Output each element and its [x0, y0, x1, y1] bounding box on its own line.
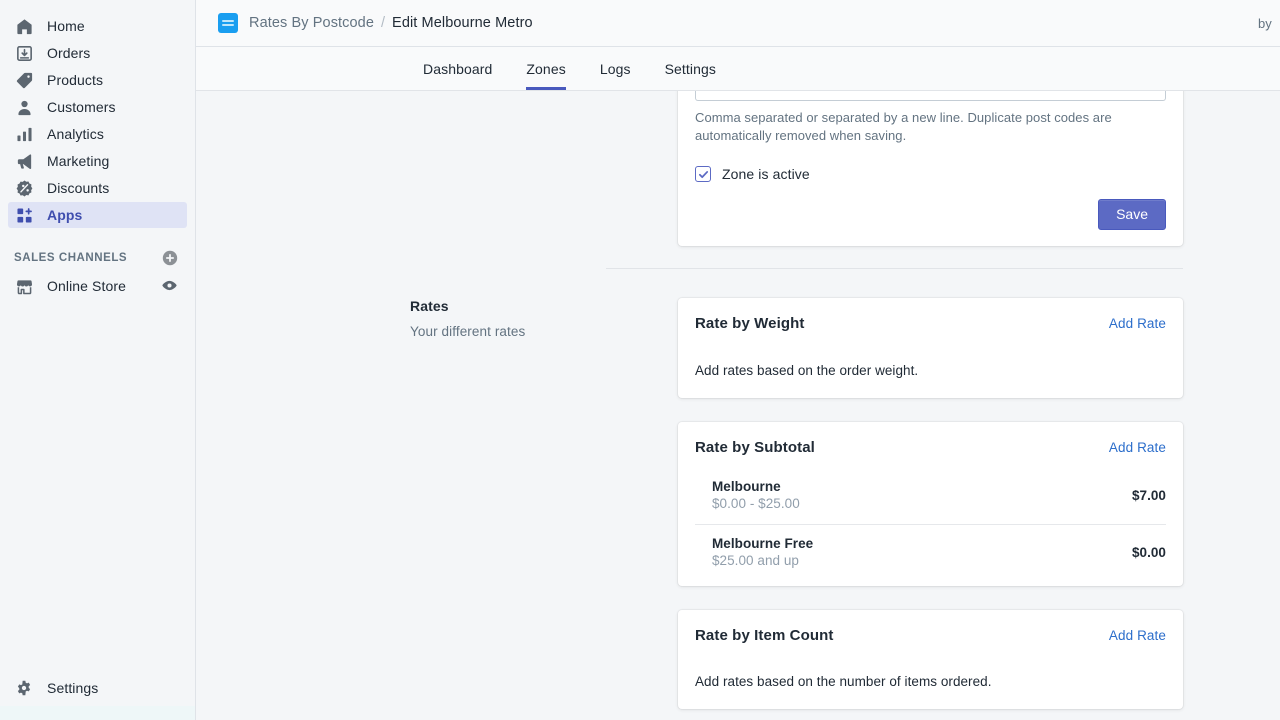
sidebar-item-online-store-label: Online Store	[47, 278, 127, 294]
sidebar-item-customers-label: Customers	[47, 99, 116, 115]
rate-row-labels: Melbourne $0.00 - $25.00	[712, 478, 1132, 513]
breadcrumb-separator: /	[381, 15, 386, 31]
marketing-icon	[14, 151, 34, 171]
postcodes-textarea[interactable]	[695, 91, 1166, 101]
sidebar-sales-channels-section: SALES CHANNELS Online Store	[0, 229, 195, 300]
zone-active-checkbox[interactable]	[695, 166, 711, 182]
app-tab-bar: Dashboard Zones Logs Settings	[196, 47, 1280, 91]
sales-channels-list: Online Store	[0, 273, 195, 299]
page-body: Comma separated or separated by a new li…	[196, 91, 1280, 720]
rate-card-title: Rate by Item Count	[695, 626, 834, 644]
sidebar-item-apps[interactable]: Apps	[8, 202, 187, 228]
rate-card-empty-text: Add rates based on the order weight.	[695, 362, 919, 378]
app-byline: by	[1258, 15, 1272, 31]
sidebar-item-home-label: Home	[47, 18, 85, 34]
orders-icon	[14, 43, 34, 63]
sidebar-item-settings-label: Settings	[47, 680, 99, 696]
sidebar-item-marketing[interactable]: Marketing	[8, 148, 187, 174]
sidebar-item-analytics-label: Analytics	[47, 126, 104, 142]
sales-channels-header: SALES CHANNELS	[8, 245, 187, 271]
sidebar-item-home[interactable]: Home	[8, 13, 187, 39]
products-icon	[14, 70, 34, 90]
sidebar-item-orders[interactable]: Orders	[8, 40, 187, 66]
breadcrumb-current-page: Edit Melbourne Metro	[392, 15, 533, 31]
rate-card-header: Rate by Subtotal Add Rate	[678, 422, 1183, 456]
zone-settings-side	[410, 91, 678, 246]
rate-row-range: $0.00 - $25.00	[712, 495, 800, 511]
discounts-icon	[14, 178, 34, 198]
sidebar-nav-list: Home Orders Products Customers Analytics Mark…	[0, 0, 195, 229]
customers-icon	[14, 97, 34, 117]
sidebar: Home Orders Products Customers Analytics Mark…	[0, 0, 196, 720]
main-area: Rates By Postcode / Edit Melbourne Metro…	[196, 0, 1280, 720]
plus-circle-icon[interactable]	[161, 249, 179, 267]
zone-settings-content: Comma separated or separated by a new li…	[678, 91, 1183, 246]
rate-row[interactable]: Melbourne $0.00 - $25.00 $7.00	[695, 468, 1166, 525]
breadcrumb-app-link[interactable]: Rates By Postcode	[249, 15, 374, 31]
zone-active-label[interactable]: Zone is active	[722, 166, 810, 182]
tab-zones[interactable]: Zones	[526, 62, 566, 90]
sidebar-item-orders-label: Orders	[47, 45, 91, 61]
tab-settings[interactable]: Settings	[665, 62, 716, 90]
zone-active-row: Zone is active	[695, 166, 1166, 182]
rates-by-postcode-app-icon	[218, 13, 238, 33]
rate-row-name: Melbourne	[712, 478, 781, 494]
sales-channels-title: SALES CHANNELS	[14, 252, 128, 264]
rate-card-title: Rate by Subtotal	[695, 438, 815, 456]
postcodes-help-text: Comma separated or separated by a new li…	[695, 110, 1112, 143]
rate-row-name: Melbourne Free	[712, 535, 814, 551]
add-rate-link-rate-by-subtotal[interactable]: Add Rate	[1109, 440, 1166, 455]
zone-save-row: Save	[695, 199, 1166, 230]
rate-row[interactable]: Melbourne Free $25.00 and up $0.00	[695, 525, 1166, 586]
rates-row: Rates Your different rates Rate by Weigh…	[196, 269, 1280, 720]
add-rate-link-rate-by-item-count[interactable]: Add Rate	[1109, 628, 1166, 643]
rate-card-header: Rate by Item Count Add Rate	[678, 610, 1183, 644]
rates-section-title: Rates	[410, 298, 449, 314]
sidebar-item-discounts-label: Discounts	[47, 180, 110, 196]
rate-list: Melbourne $0.00 - $25.00 $7.00 Melbourne Fr…	[678, 468, 1183, 586]
sidebar-item-products-label: Products	[47, 72, 104, 88]
save-button[interactable]: Save	[1098, 199, 1166, 230]
sidebar-item-settings[interactable]: Settings	[8, 675, 187, 701]
analytics-icon	[14, 124, 34, 144]
sidebar-item-discounts[interactable]: Discounts	[8, 175, 187, 201]
rate-row-labels: Melbourne Free $25.00 and up	[712, 535, 1132, 570]
rate-card-empty-text: Add rates based on the number of items o…	[695, 674, 992, 689]
store-icon	[14, 276, 34, 296]
sidebar-item-products[interactable]: Products	[8, 67, 187, 93]
tab-dashboard[interactable]: Dashboard	[423, 62, 492, 90]
add-rate-link-rate-by-weight[interactable]: Add Rate	[1109, 316, 1166, 331]
tab-logs[interactable]: Logs	[600, 62, 631, 90]
eye-icon[interactable]	[161, 277, 179, 295]
rate-row-range: $25.00 and up	[712, 552, 799, 568]
rate-cards-container: Rate by Weight Add Rate Add rates based on…	[678, 298, 1183, 720]
rate-row-price: $0.00	[1131, 544, 1166, 560]
gear-icon	[14, 678, 34, 698]
zone-settings-row: Comma separated or separated by a new li…	[196, 91, 1280, 246]
apps-icon	[14, 205, 34, 225]
sidebar-item-marketing-label: Marketing	[47, 153, 110, 169]
zone-settings-card: Comma separated or separated by a new li…	[678, 91, 1183, 246]
rates-section-description: Your different rates	[410, 324, 526, 339]
rate-card-rate-by-weight: Rate by Weight Add Rate Add rates based on…	[678, 298, 1183, 398]
sidebar-item-apps-label: Apps	[47, 207, 83, 223]
rate-card-rate-by-item-count: Rate by Item Count Add Rate Add rates base…	[678, 609, 1183, 709]
app-root: Home Orders Products Customers Analytics Mark…	[0, 0, 1280, 720]
sidebar-item-online-store[interactable]: Online Store	[8, 273, 187, 299]
rates-side-panel: Rates Your different rates	[410, 298, 678, 720]
rate-card-rate-by-subtotal: Rate by Subtotal Add Rate Melbourne $0.00 -…	[678, 421, 1183, 586]
sidebar-item-customers[interactable]: Customers	[8, 94, 187, 120]
sidebar-item-analytics[interactable]: Analytics	[8, 121, 187, 147]
rate-card-header: Rate by Weight Add Rate	[678, 298, 1183, 332]
rate-row-price: $7.00	[1131, 487, 1166, 503]
sidebar-bottom-strip	[0, 706, 195, 720]
rate-card-title: Rate by Weight	[695, 315, 805, 332]
home-icon	[14, 16, 34, 36]
sidebar-footer: Settings	[0, 675, 195, 706]
app-header-bar: Rates By Postcode / Edit Melbourne Metro…	[196, 0, 1280, 47]
